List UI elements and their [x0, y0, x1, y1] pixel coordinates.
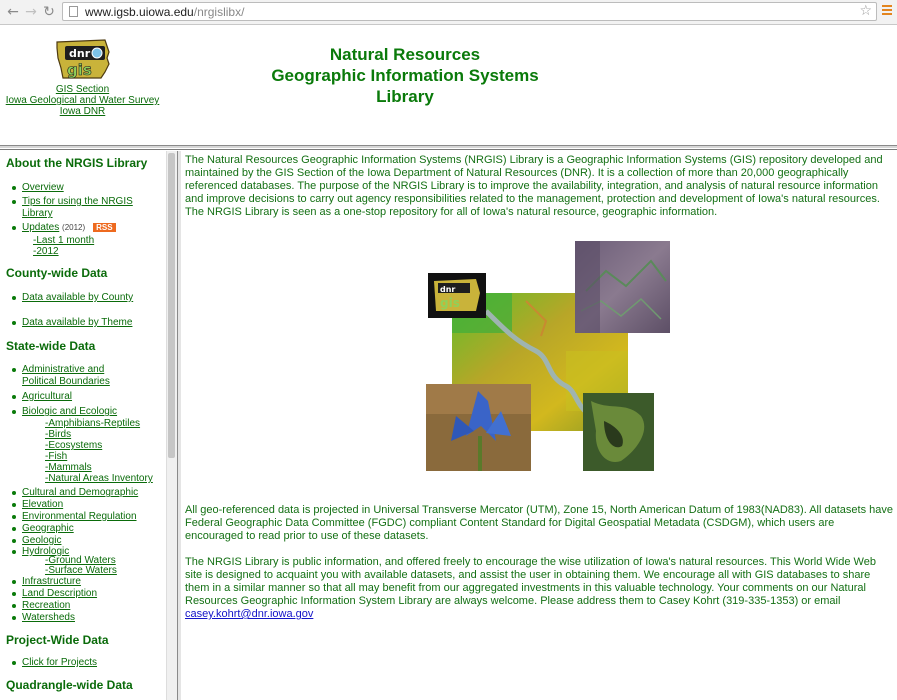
recreation-link[interactable]: Recreation	[22, 600, 70, 611]
page-icon	[69, 6, 78, 17]
natural-areas-link[interactable]: -Natural Areas Inventory	[45, 473, 153, 484]
title-line-2: Geographic Information Systems	[271, 66, 539, 85]
mammals-link[interactable]: -Mammals	[45, 462, 153, 473]
sidebar-item-land: Land Description	[11, 588, 97, 599]
sidebar-item-agricultural: Agricultural	[11, 391, 72, 402]
amphibians-link[interactable]: -Amphibians-Reptiles	[45, 418, 153, 429]
rss-badge[interactable]: RSS	[93, 222, 116, 232]
updates-link[interactable]: Updates	[22, 222, 59, 233]
forward-icon[interactable]: →	[22, 3, 40, 21]
sidebar-item-elevation: Elevation	[11, 499, 63, 510]
environmental-link[interactable]: Environmental Regulation	[22, 511, 137, 522]
intro-paragraph: The Natural Resources Geographic Informa…	[185, 154, 883, 218]
geologic-link[interactable]: Geologic	[22, 535, 61, 546]
bookmark-star-icon[interactable]: ☆	[859, 3, 872, 19]
admin-link[interactable]: Administrative and Political Boundaries	[22, 364, 110, 387]
projection-paragraph: All geo-referenced data is projected in …	[185, 504, 893, 542]
frame-divider	[0, 145, 897, 148]
fish-link[interactable]: -Fish	[45, 451, 153, 462]
by-theme-link[interactable]: Data available by Theme	[22, 317, 132, 328]
year-2012-link[interactable]: -2012	[33, 246, 59, 257]
iowa-dnr-link[interactable]: Iowa DNR	[5, 106, 160, 117]
sidebar-item-geologic: Geologic	[11, 535, 61, 546]
blue-flower-photo	[426, 384, 531, 471]
public-info-paragraph: The NRGIS Library is public information,…	[185, 556, 895, 621]
dnr-gis-logo-tile: dnr gis	[428, 273, 486, 318]
svg-text:dnr: dnr	[69, 47, 91, 60]
page-title: Natural Resources Geographic Information…	[250, 44, 560, 107]
sidebar-item-overview: Overview	[12, 182, 64, 193]
project-heading: Project-Wide Data	[6, 633, 109, 647]
sidebar-item-environmental: Environmental Regulation	[12, 511, 137, 522]
bio-sub-list: -Amphibians-Reptiles -Birds -Ecosystems …	[45, 418, 153, 484]
state-heading: State-wide Data	[6, 339, 96, 353]
scrollbar-thumb[interactable]	[168, 153, 175, 458]
email-link[interactable]: casey.kohrt@dnr.iowa.gov	[185, 608, 313, 620]
sidebar-item-tips: Tips for using the NRGIS Library	[12, 196, 142, 220]
birds-link[interactable]: -Birds	[45, 429, 153, 440]
county-heading: County-wide Data	[6, 266, 108, 280]
sidebar: About the NRGIS Library Overview Tips fo…	[0, 151, 166, 700]
last-month-link[interactable]: -Last 1 month	[33, 235, 94, 246]
sidebar-item-recreation: Recreation	[11, 600, 70, 611]
logo-tile-text-dnr: dnr	[440, 285, 455, 294]
land-description-link[interactable]: Land Description	[22, 588, 97, 599]
cultural-link[interactable]: Cultural and Demographic	[22, 487, 138, 498]
watersheds-link[interactable]: Watersheds	[22, 612, 75, 623]
sidebar-item-by-theme: Data available by Theme	[11, 317, 132, 328]
gis-section-links: GIS Section Iowa Geological and Water Su…	[5, 84, 160, 117]
browser-toolbar: ← → ↻ www.igsb.uiowa.edu/nrgislibx/ ☆	[0, 0, 897, 25]
about-heading: About the NRGIS Library	[6, 156, 148, 170]
url-text[interactable]: www.igsb.uiowa.edu/nrgislibx/	[85, 5, 244, 19]
browser-menu-icon[interactable]	[882, 5, 892, 17]
sidebar-item-biologic: Biologic and Ecologic	[11, 406, 117, 417]
satellite-image	[575, 241, 670, 333]
quadrangle-heading: Quadrangle-wide Data	[6, 678, 133, 692]
dnr-gis-logo[interactable]: dnr gis	[55, 38, 111, 80]
back-icon[interactable]: ←	[4, 3, 22, 21]
tips-link[interactable]: Tips for using the NRGIS Library	[22, 196, 133, 219]
year-2012-item: -2012	[33, 246, 59, 257]
sidebar-item-admin: Administrative and Political Boundaries	[12, 364, 140, 388]
infrastructure-link[interactable]: Infrastructure	[22, 576, 81, 587]
title-line-1: Natural Resources	[329, 45, 481, 64]
sidebar-item-by-county: Data available by County	[11, 292, 133, 303]
surface-waters-link[interactable]: -Surface Waters	[45, 566, 117, 576]
sidebar-scrollbar[interactable]	[166, 151, 177, 700]
hydro-sub-list: -Ground Waters -Surface Waters	[45, 556, 117, 576]
frame-divider-line	[0, 149, 897, 150]
agricultural-link[interactable]: Agricultural	[22, 391, 72, 402]
gis-image-collage: dnr gis	[426, 241, 670, 471]
geographic-link[interactable]: Geographic	[22, 523, 74, 534]
sidebar-item-updates: Updates (2012) RSS	[12, 222, 152, 233]
sidebar-item-projects: Click for Projects	[11, 657, 97, 668]
gis-section-link[interactable]: GIS Section	[5, 84, 160, 95]
title-line-3: Library	[376, 87, 434, 106]
header-frame: dnr gis GIS Section Iowa Geological and …	[0, 25, 897, 145]
reload-icon[interactable]: ↻	[40, 3, 58, 21]
sidebar-item-cultural: Cultural and Demographic	[11, 487, 138, 498]
svg-text:gis: gis	[67, 61, 92, 79]
sidebar-item-watersheds: Watersheds	[12, 612, 75, 623]
sidebar-item-geographic: Geographic	[12, 523, 74, 534]
address-bar[interactable]: www.igsb.uiowa.edu/nrgislibx/ ☆	[62, 2, 877, 21]
sidebar-item-infrastructure: Infrastructure	[12, 576, 81, 587]
frame-separator[interactable]	[177, 151, 181, 700]
last-month-item: -Last 1 month	[33, 235, 94, 246]
ecosystems-link[interactable]: -Ecosystems	[45, 440, 153, 451]
updates-year: (2012)	[62, 223, 86, 232]
biologic-link[interactable]: Biologic and Ecologic	[22, 406, 117, 417]
aerial-vegetation-photo	[583, 393, 654, 471]
public-info-text: The NRGIS Library is public information,…	[185, 556, 876, 607]
iowa-geological-link[interactable]: Iowa Geological and Water Survey	[5, 95, 160, 106]
by-county-link[interactable]: Data available by County	[22, 292, 133, 303]
logo-tile-text-gis: gis	[440, 296, 460, 310]
overview-link[interactable]: Overview	[22, 182, 64, 193]
elevation-link[interactable]: Elevation	[22, 499, 63, 510]
click-projects-link[interactable]: Click for Projects	[22, 657, 97, 668]
